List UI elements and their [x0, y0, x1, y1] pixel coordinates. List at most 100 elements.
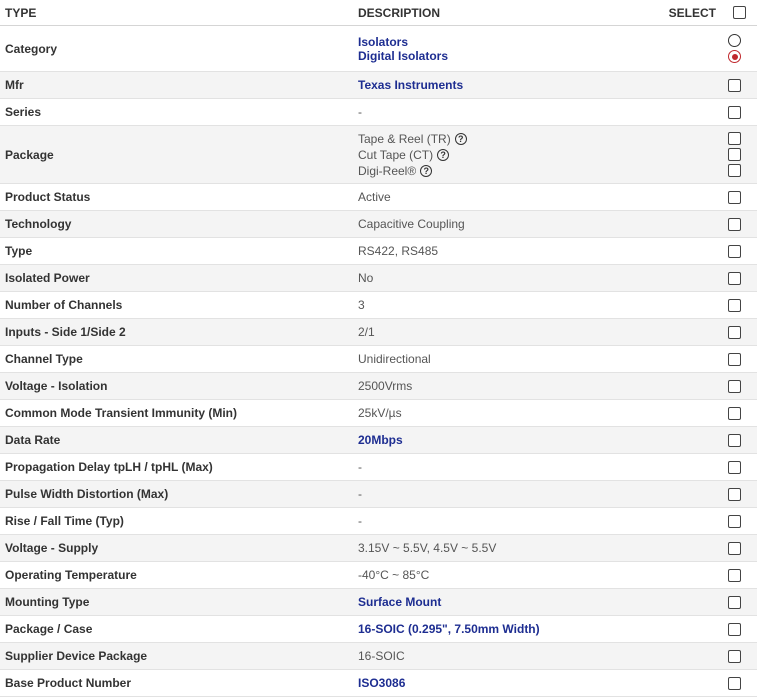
attribute-select-checkbox[interactable] — [728, 461, 741, 475]
attribute-value-cell: -40°C ~ 85°C — [354, 561, 712, 589]
attribute-value-cell: - — [354, 480, 712, 508]
select-cell — [712, 615, 757, 643]
package-option-checkbox[interactable] — [728, 148, 741, 161]
attribute-row-channel-type: Channel Type Unidirectional — [0, 345, 757, 373]
package-option: Cut Tape (CT)? — [358, 147, 712, 163]
attribute-label: Operating Temperature — [0, 561, 354, 589]
attribute-label: Channel Type — [0, 345, 354, 373]
attribute-row-pulse-width-distortion-max: Pulse Width Distortion (Max) - — [0, 480, 757, 508]
attribute-row-number-of-channels: Number of Channels 3 — [0, 291, 757, 319]
attribute-select-checkbox[interactable] — [728, 434, 741, 448]
attribute-value-link[interactable]: Surface Mount — [358, 595, 712, 609]
attribute-label: Rise / Fall Time (Typ) — [0, 507, 354, 535]
attribute-row-product-status: Product Status Active — [0, 183, 757, 211]
select-cell — [712, 210, 757, 238]
attribute-select-checkbox[interactable] — [728, 380, 741, 394]
select-cell — [712, 264, 757, 292]
type-column-header: TYPE — [0, 0, 354, 26]
attribute-value-cell: Isolators Digital Isolators — [354, 25, 712, 72]
attribute-select-checkbox[interactable] — [728, 353, 741, 367]
attribute-select-checkbox[interactable] — [728, 106, 741, 120]
attribute-value-cell: Texas Instruments — [354, 71, 712, 99]
attribute-label: Voltage - Isolation — [0, 372, 354, 400]
attribute-select-checkbox[interactable] — [728, 488, 741, 502]
question-circle-icon[interactable]: ? — [454, 133, 467, 146]
attribute-select-checkbox[interactable] — [728, 596, 741, 610]
select-column-header: SELECT — [669, 0, 757, 26]
attribute-value-cell: - — [354, 507, 712, 535]
category-link[interactable]: Digital Isolators — [358, 49, 712, 63]
attribute-row-mfr: Mfr Texas Instruments — [0, 71, 757, 99]
attribute-value-cell: - — [354, 453, 712, 481]
attribute-value: 16-SOIC — [358, 649, 405, 663]
attribute-label: Pulse Width Distortion (Max) — [0, 480, 354, 508]
select-cell — [712, 237, 757, 265]
select-cell — [712, 291, 757, 319]
select-cell — [712, 399, 757, 427]
attribute-label: Inputs - Side 1/Side 2 — [0, 318, 354, 346]
question-circle-icon[interactable]: ? — [437, 149, 450, 162]
attribute-label: Mounting Type — [0, 588, 354, 616]
select-cell — [712, 372, 757, 400]
attribute-row-voltage-isolation: Voltage - Isolation 2500Vrms — [0, 372, 757, 400]
attribute-label: Isolated Power — [0, 264, 354, 292]
product-attributes-table: TYPE DESCRIPTION SELECT Category Isolator… — [0, 0, 757, 697]
select-cell — [712, 71, 757, 99]
question-circle-icon[interactable]: ? — [420, 165, 433, 178]
package-option-checkbox[interactable] — [728, 132, 741, 145]
package-option-label: Cut Tape (CT) — [358, 147, 434, 162]
attribute-value-cell: RS422, RS485 — [354, 237, 712, 265]
attribute-row-package-case: Package / Case 16-SOIC (0.295", 7.50mm Wi… — [0, 615, 757, 643]
attribute-select-checkbox[interactable] — [728, 299, 741, 313]
attribute-label: Base Product Number — [0, 669, 354, 697]
attribute-value-link[interactable]: 16-SOIC (0.295", 7.50mm Width) — [358, 622, 712, 636]
attribute-row-technology: Technology Capacitive Coupling — [0, 210, 757, 238]
attribute-row-common-mode-transient-immunity-min: Common Mode Transient Immunity (Min) 25kV… — [0, 399, 757, 427]
table-header-row: TYPE DESCRIPTION SELECT — [0, 0, 757, 26]
attribute-value: 3 — [358, 298, 365, 312]
attribute-select-checkbox[interactable] — [728, 677, 741, 691]
attribute-value-link[interactable]: 20Mbps — [358, 433, 712, 447]
attribute-value-link[interactable]: ISO3086 — [358, 676, 712, 690]
attribute-select-checkbox[interactable] — [728, 569, 741, 583]
attribute-select-checkbox[interactable] — [728, 515, 741, 529]
attribute-select-checkbox[interactable] — [728, 79, 741, 93]
attribute-label: Voltage - Supply — [0, 534, 354, 562]
select-all-checkbox[interactable] — [733, 6, 746, 19]
attribute-select-checkbox[interactable] — [728, 623, 741, 637]
attribute-value: - — [358, 487, 362, 501]
attribute-label: Package / Case — [0, 615, 354, 643]
attribute-select-checkbox[interactable] — [728, 650, 741, 664]
attribute-select-checkbox[interactable] — [728, 245, 741, 259]
attribute-row-inputs-side-1-side-2: Inputs - Side 1/Side 2 2/1 — [0, 318, 757, 346]
attribute-label: Technology — [0, 210, 354, 238]
attribute-label: Series — [0, 98, 354, 126]
attribute-value: - — [358, 105, 362, 119]
attribute-select-checkbox[interactable] — [728, 218, 741, 232]
select-cell — [712, 125, 757, 184]
attribute-value-cell: No — [354, 264, 712, 292]
attribute-label: Mfr — [0, 71, 354, 99]
category-radio[interactable] — [728, 34, 741, 47]
attribute-select-checkbox[interactable] — [728, 542, 741, 556]
attribute-label: Category — [0, 25, 354, 72]
attribute-row-operating-temperature: Operating Temperature -40°C ~ 85°C — [0, 561, 757, 589]
attribute-label: Data Rate — [0, 426, 354, 454]
attribute-value: Unidirectional — [358, 352, 431, 366]
select-cell — [712, 507, 757, 535]
select-cell — [712, 183, 757, 211]
attribute-select-checkbox[interactable] — [728, 191, 741, 205]
attribute-value-cell: 16-SOIC — [354, 642, 712, 670]
category-link[interactable]: Isolators — [358, 35, 712, 49]
attribute-select-checkbox[interactable] — [728, 326, 741, 340]
attribute-select-checkbox[interactable] — [728, 272, 741, 286]
attribute-value: 2500Vrms — [358, 379, 413, 393]
attribute-row-isolated-power: Isolated Power No — [0, 264, 757, 292]
attribute-value-link[interactable]: Texas Instruments — [358, 78, 712, 92]
category-radio[interactable] — [728, 50, 741, 63]
attribute-value: - — [358, 514, 362, 528]
package-option-checkbox[interactable] — [728, 164, 741, 177]
attribute-select-checkbox[interactable] — [728, 407, 741, 421]
attribute-row-type: Type RS422, RS485 — [0, 237, 757, 265]
package-option-label: Digi-Reel® — [358, 163, 417, 178]
